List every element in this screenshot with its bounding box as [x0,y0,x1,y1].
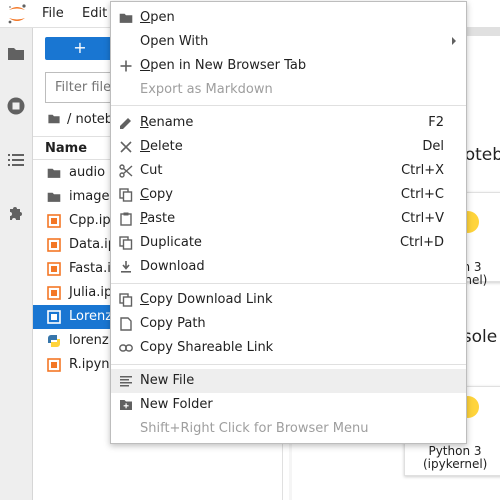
menu-label: Download [140,259,205,274]
menu-label: Copy Path [140,316,206,331]
notebook-icon [47,262,61,276]
menu-shortcut: Ctrl+D [399,235,444,250]
jupyter-logo-icon[interactable] [6,3,28,25]
menu-label: Delete [140,139,183,154]
notebook-icon [47,214,61,228]
folder-icon [47,168,61,178]
menu-separator [111,105,466,106]
menu-file[interactable]: File [42,6,64,21]
menu-item-export-markdown[interactable]: Export as Markdown [111,78,466,102]
extension-icon[interactable] [6,203,26,223]
context-menu: Open Open With Open in New Browser Tab E… [110,1,467,444]
menu-shortcut: Del [422,139,444,154]
activity-bar [0,28,33,500]
menu-item-new-folder[interactable]: New Folder [111,393,466,417]
breadcrumb-folder-icon[interactable] [47,112,61,126]
notebook-icon [47,238,61,252]
menu-separator [111,283,466,284]
menu-item-download[interactable]: Download [111,255,466,279]
menu-item-open[interactable]: Open [111,6,466,30]
link-icon [119,344,133,352]
card-subtitle: (ipykernel) [423,457,488,471]
notebook-icon [47,358,61,372]
menu-label: Copy Shareable Link [140,340,274,355]
column-name-header[interactable]: Name [45,141,87,156]
menu-label: Rename [140,115,194,130]
menu-label: Copy [140,187,173,202]
cut-icon [119,164,133,178]
copy-icon [119,188,133,202]
new-launcher-button[interactable]: + [45,37,115,60]
menu-label: Shift+Right Click for Browser Menu [140,421,369,436]
menu-shortcut: Ctrl+X [401,163,444,178]
menu-item-new-file[interactable]: New File [111,369,466,393]
menu-item-copy-shareable-link[interactable]: Copy Shareable Link [111,336,466,360]
menu-item-browser-menu-hint: Shift+Right Click for Browser Menu [111,417,466,441]
notebook-icon [47,286,61,300]
file-name: audio [69,165,106,180]
menu-item-paste[interactable]: Paste Ctrl+V [111,207,466,231]
menu-shortcut: Ctrl+V [401,211,444,226]
menu-label: Paste [140,211,176,226]
paste-icon [120,212,132,226]
running-icon[interactable] [6,96,26,116]
folder-icon [47,192,61,202]
menu-label: Open [140,10,175,25]
menu-item-open-with[interactable]: Open With [111,30,466,54]
menu-item-duplicate[interactable]: Duplicate Ctrl+D [111,231,466,255]
python-icon [48,335,60,347]
menu-label: Cut [140,163,163,178]
add-icon [120,60,132,72]
menu-label: New Folder [140,397,213,412]
toc-icon[interactable] [6,150,26,170]
copy-icon [119,293,133,307]
menu-label: Open With [140,34,209,49]
menu-label: Duplicate [140,235,202,250]
notebook-icon [47,310,61,324]
menu-item-copy-download-link[interactable]: Copy Download Link [111,288,466,312]
menu-item-delete[interactable]: Delete Del [111,135,466,159]
edit-icon [120,118,131,129]
close-icon [120,141,132,153]
menu-shortcut: F2 [428,115,444,130]
text-file-icon [120,376,132,387]
menu-label: Open in New Browser Tab [140,58,307,73]
menu-item-open-new-tab[interactable]: Open in New Browser Tab [111,54,466,78]
folder-icon [119,13,133,23]
menu-separator [111,364,466,365]
file-icon [120,317,132,331]
menu-edit[interactable]: Edit [82,6,107,21]
menu-shortcut: Ctrl+C [400,187,444,202]
menu-label: Export as Markdown [140,82,273,97]
menu-label: Copy Download Link [140,292,273,307]
duplicate-icon [119,236,133,250]
download-icon [121,261,131,273]
new-folder-icon [120,400,132,410]
folder-icon[interactable] [6,44,26,64]
submenu-arrow-icon [452,37,456,45]
menu-item-rename[interactable]: Rename F2 [111,111,466,135]
menu-item-cut[interactable]: Cut Ctrl+X [111,159,466,183]
menu-item-copy[interactable]: Copy Ctrl+C [111,183,466,207]
menu-item-copy-path[interactable]: Copy Path [111,312,466,336]
menu-label: New File [140,373,195,388]
